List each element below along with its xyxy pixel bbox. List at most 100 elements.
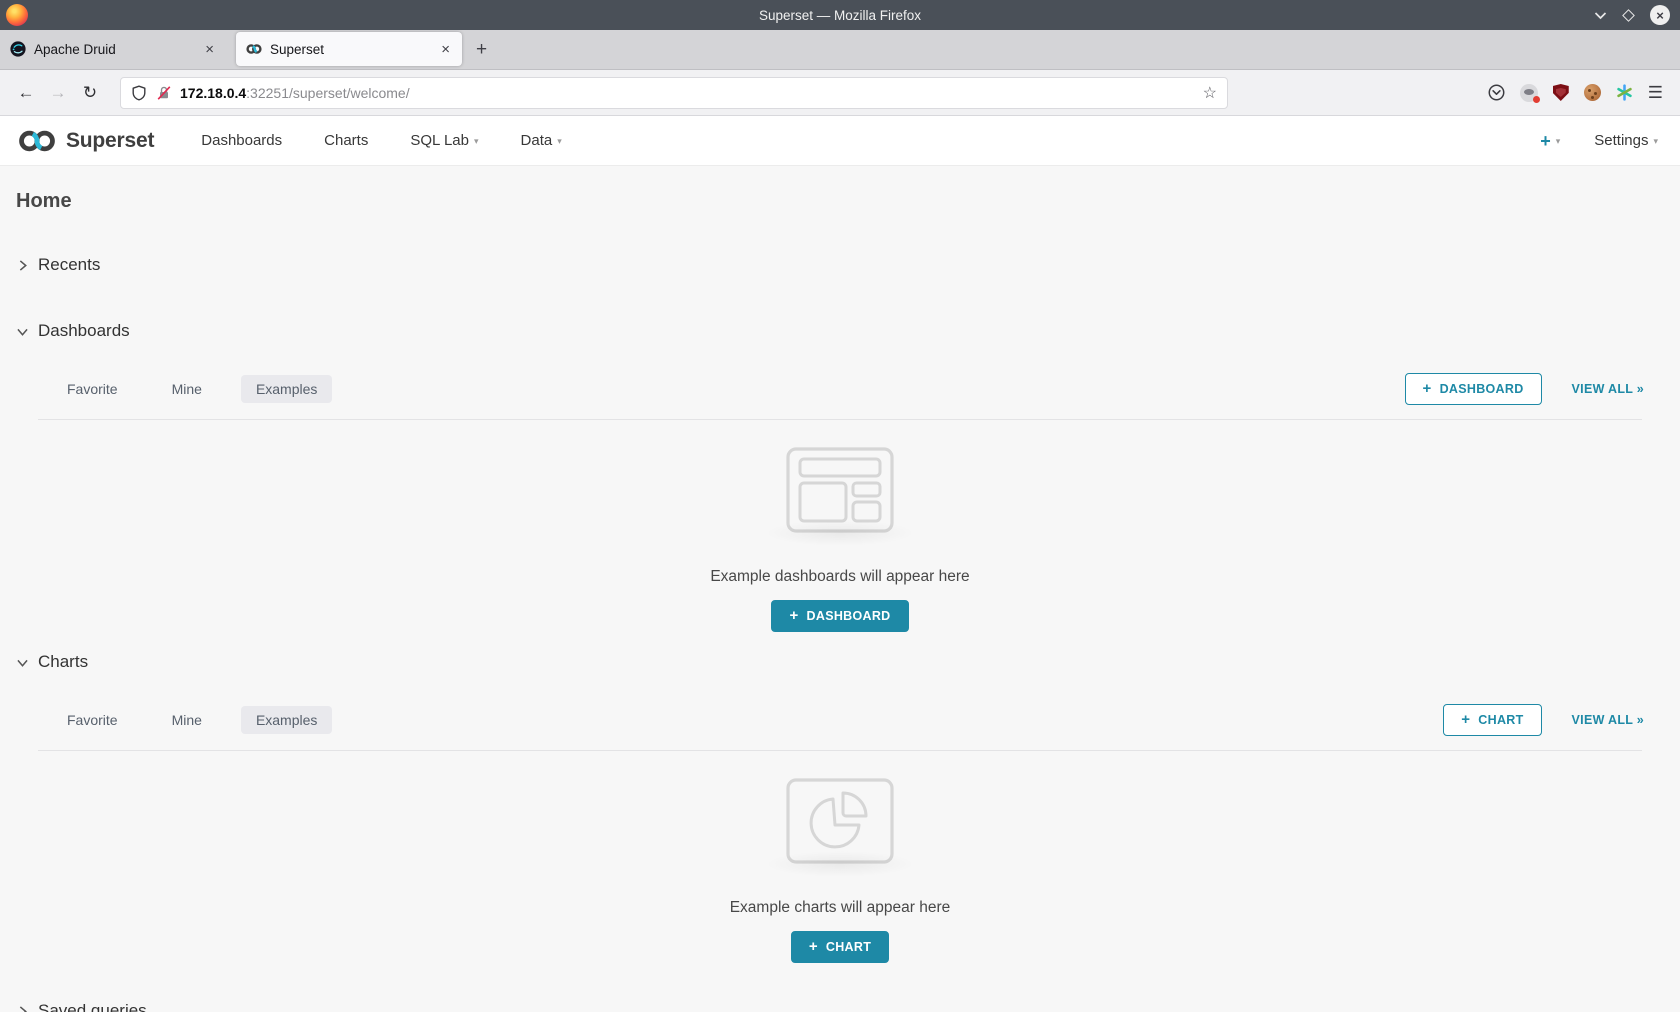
section-label: Charts xyxy=(38,652,88,672)
caret-down-icon: ▾ xyxy=(1556,134,1561,147)
nav-label: SQL Lab xyxy=(410,132,469,149)
empty-caption: Example dashboards will appear here xyxy=(710,568,969,586)
dashboards-filter-tabs: Favorite Mine Examples xyxy=(52,375,332,403)
charts-filter-tabs: Favorite Mine Examples xyxy=(52,706,332,734)
nav-item-sql-lab[interactable]: SQL Lab ▾ xyxy=(389,132,499,149)
section-label: Recents xyxy=(38,255,100,275)
cookie-extension-icon[interactable] xyxy=(1584,84,1601,101)
pocket-icon[interactable] xyxy=(1488,84,1505,101)
charts-actions: + CHART VIEW ALL » xyxy=(1443,704,1644,736)
welcome-page: Home Recents Dashboards Favorite Mine Ex… xyxy=(0,166,1680,1012)
empty-caption: Example charts will appear here xyxy=(730,899,951,917)
chevron-right-icon xyxy=(16,259,30,272)
maximize-icon[interactable] xyxy=(1624,11,1633,20)
dashboards-subbar: Favorite Mine Examples + DASHBOARD VIEW … xyxy=(0,373,1680,405)
nav-item-charts[interactable]: Charts xyxy=(303,132,389,149)
brand-name: Superset xyxy=(66,129,154,153)
section-dashboards-header[interactable]: Dashboards xyxy=(0,321,1680,341)
plus-icon: + xyxy=(1540,132,1551,150)
plus-icon: + xyxy=(1461,712,1470,728)
dashboards-empty-state: Example dashboards will appear here + DA… xyxy=(0,420,1680,632)
view-all-dashboards-link[interactable]: VIEW ALL » xyxy=(1572,382,1644,396)
main-nav: Dashboards Charts SQL Lab ▾ Data ▾ xyxy=(180,132,582,149)
section-label: Dashboards xyxy=(38,321,130,341)
new-chart-button[interactable]: + CHART xyxy=(1443,704,1541,736)
hamburger-menu-icon[interactable]: ☰ xyxy=(1648,83,1664,103)
button-label: CHART xyxy=(826,940,871,954)
button-label: CHART xyxy=(1478,713,1523,727)
shield-icon[interactable] xyxy=(131,85,147,101)
new-item-menu-button[interactable]: + ▾ xyxy=(1540,132,1560,150)
settings-menu-button[interactable]: Settings ▾ xyxy=(1594,132,1658,149)
chevron-right-icon xyxy=(16,1005,30,1012)
plus-icon: + xyxy=(1423,381,1432,397)
window-title: Superset — Mozilla Firefox xyxy=(0,8,1680,23)
extension-icons: ☰ xyxy=(1488,83,1680,103)
druid-favicon-icon xyxy=(10,41,26,57)
url-host: 172.18.0.4 xyxy=(180,85,246,101)
dashboards-actions: + DASHBOARD VIEW ALL » xyxy=(1405,373,1644,405)
url-path: :32251/superset/welcome/ xyxy=(246,85,409,101)
tab-examples[interactable]: Examples xyxy=(241,375,332,403)
nav-item-data[interactable]: Data ▾ xyxy=(500,132,583,149)
back-icon[interactable]: ← xyxy=(10,83,42,103)
plus-icon: + xyxy=(809,939,818,955)
insecure-lock-icon[interactable] xyxy=(156,85,172,101)
section-charts-header[interactable]: Charts xyxy=(0,652,1680,672)
caret-down-icon: ▾ xyxy=(557,134,562,147)
new-chart-button-primary[interactable]: + CHART xyxy=(791,931,889,963)
url-bar[interactable]: 172.18.0.4:32251/superset/welcome/ ☆ xyxy=(120,77,1228,109)
bookmark-star-icon[interactable]: ☆ xyxy=(1203,83,1217,103)
new-tab-icon[interactable]: + xyxy=(476,39,487,61)
plus-icon: + xyxy=(789,608,798,624)
nav-label: Data xyxy=(521,132,553,149)
tab-close-icon[interactable]: × xyxy=(201,41,218,58)
close-window-icon[interactable]: × xyxy=(1650,5,1670,25)
superset-logo[interactable]: Superset xyxy=(16,128,154,154)
new-dashboard-button-primary[interactable]: + DASHBOARD xyxy=(771,600,908,632)
icon-shadow xyxy=(765,851,915,877)
tab-mine[interactable]: Mine xyxy=(157,375,217,403)
tab-favorite[interactable]: Favorite xyxy=(52,375,133,403)
button-label: DASHBOARD xyxy=(1440,382,1524,396)
section-label: Saved queries xyxy=(38,1001,147,1012)
nav-label: Dashboards xyxy=(201,132,282,149)
page-title: Home xyxy=(0,166,1680,213)
tab-label: Apache Druid xyxy=(34,42,201,57)
reload-icon[interactable]: ↻ xyxy=(74,83,106,103)
settings-label: Settings xyxy=(1594,132,1648,149)
proxy-extension-icon[interactable] xyxy=(1520,84,1538,102)
section-recents-header[interactable]: Recents xyxy=(0,255,1680,275)
nav-label: Charts xyxy=(324,132,368,149)
tab-mine[interactable]: Mine xyxy=(157,706,217,734)
icon-shadow xyxy=(765,520,915,546)
tab-apache-druid[interactable]: Apache Druid × xyxy=(0,32,226,66)
container-asterisk-icon[interactable] xyxy=(1616,84,1633,101)
tab-superset[interactable]: Superset × xyxy=(236,32,462,66)
minimize-icon[interactable] xyxy=(1594,11,1607,20)
new-dashboard-button[interactable]: + DASHBOARD xyxy=(1405,373,1542,405)
tab-examples[interactable]: Examples xyxy=(241,706,332,734)
ublock-origin-icon[interactable] xyxy=(1553,84,1569,101)
chevron-down-icon xyxy=(16,656,30,669)
section-saved-queries-header[interactable]: Saved queries xyxy=(0,1001,1680,1012)
view-all-charts-link[interactable]: VIEW ALL » xyxy=(1572,713,1644,727)
superset-favicon-icon xyxy=(246,41,262,57)
button-label: DASHBOARD xyxy=(807,609,891,623)
forward-icon[interactable]: → xyxy=(42,83,74,103)
window-controls: × xyxy=(1594,5,1680,25)
nav-item-dashboards[interactable]: Dashboards xyxy=(180,132,303,149)
chevron-down-icon xyxy=(16,325,30,338)
navbar-right: + ▾ Settings ▾ xyxy=(1540,132,1680,150)
charts-subbar: Favorite Mine Examples + CHART VIEW ALL … xyxy=(0,704,1680,736)
charts-empty-state: Example charts will appear here + CHART xyxy=(0,751,1680,963)
superset-infinity-icon xyxy=(16,128,58,154)
tab-close-icon[interactable]: × xyxy=(437,41,454,58)
caret-down-icon: ▾ xyxy=(474,134,479,147)
tab-favorite[interactable]: Favorite xyxy=(52,706,133,734)
browser-tab-bar: Apache Druid × Superset × + xyxy=(0,30,1680,70)
browser-toolbar: ← → ↻ 172.18.0.4:32251/superset/welcome/… xyxy=(0,70,1680,116)
superset-navbar: Superset Dashboards Charts SQL Lab ▾ Data… xyxy=(0,116,1680,166)
tab-label: Superset xyxy=(270,42,437,57)
window-titlebar[interactable]: Superset — Mozilla Firefox × xyxy=(0,0,1680,30)
